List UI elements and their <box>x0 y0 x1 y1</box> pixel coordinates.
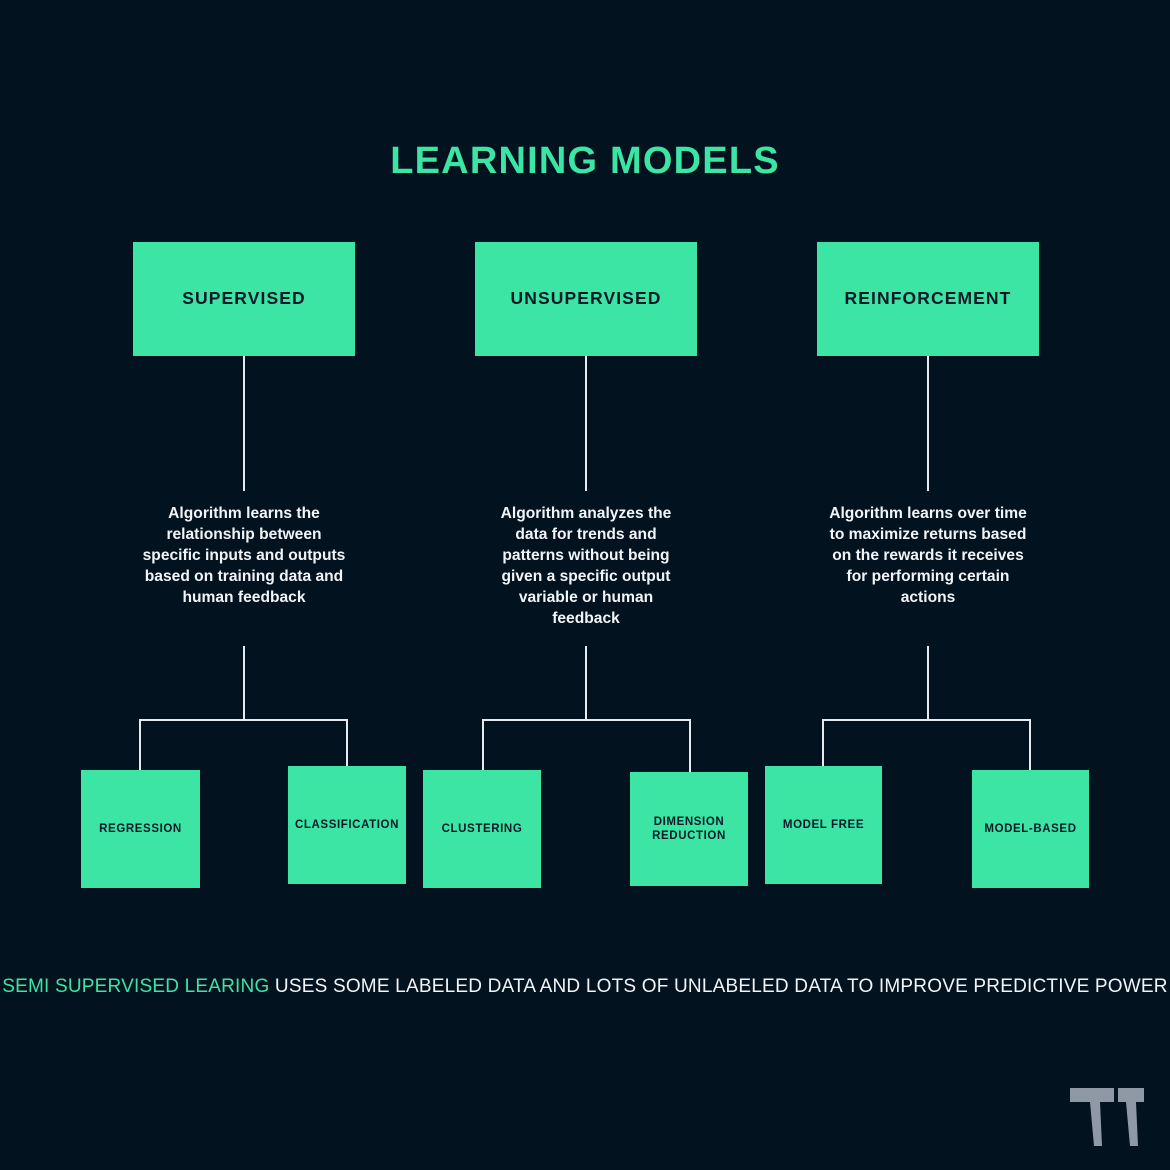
leaf-box-model-free[interactable]: MODEL FREE <box>765 766 882 884</box>
leaf-box-classification[interactable]: CLASSIFICATION <box>288 766 406 884</box>
leaf-box-classification-label: CLASSIFICATION <box>294 818 400 831</box>
top-box-unsupervised-label: UNSUPERVISED <box>510 288 662 309</box>
top-box-supervised-label: SUPERVISED <box>182 288 306 309</box>
connector-supervised-drop-right <box>346 719 348 766</box>
top-box-supervised[interactable]: SUPERVISED <box>133 242 355 356</box>
connector-supervised-stem-top <box>243 356 245 491</box>
leaf-box-regression-label: REGRESSION <box>99 822 182 835</box>
connector-supervised-stem-bottom <box>243 646 245 720</box>
connector-reinforcement-drop-right <box>1029 719 1031 771</box>
description-supervised: Algorithm learns the relationship betwee… <box>142 505 346 607</box>
description-unsupervised: Algorithm analyzes the data for trends a… <box>500 505 672 628</box>
leaf-box-model-free-label: MODEL FREE <box>782 818 865 831</box>
connector-reinforcement-stem-bottom <box>927 646 929 720</box>
leaf-box-model-based-label: MODEL-BASED <box>984 822 1077 835</box>
leaf-box-regression[interactable]: REGRESSION <box>81 770 200 888</box>
connector-unsupervised-bracket <box>482 719 691 721</box>
connector-unsupervised-drop-left <box>482 719 484 771</box>
leaf-box-dimension-reduction[interactable]: DIMENSION REDUCTION <box>630 772 748 886</box>
connector-unsupervised-drop-right <box>689 719 691 772</box>
connector-reinforcement-stem-top <box>927 356 929 491</box>
top-box-unsupervised[interactable]: UNSUPERVISED <box>475 242 697 356</box>
tt-logo <box>1068 1086 1146 1148</box>
footer-rest-text: USES SOME LABELED DATA AND LOTS OF UNLAB… <box>269 976 1168 997</box>
top-box-reinforcement[interactable]: REINFORCEMENT <box>817 242 1039 356</box>
leaf-box-clustering[interactable]: CLUSTERING <box>423 770 541 888</box>
connector-unsupervised-stem-top <box>585 356 587 491</box>
connector-reinforcement-drop-left <box>822 719 824 767</box>
diagram-canvas: LEARNING MODELS SUPERVISED Algorithm lea… <box>0 0 1170 1170</box>
connector-reinforcement-bracket <box>822 719 1031 721</box>
footer-accent-text: SEMI SUPERVISED LEARING <box>2 976 270 997</box>
connector-supervised-drop-left <box>139 719 141 771</box>
connector-supervised-bracket <box>139 719 348 721</box>
connector-unsupervised-stem-bottom <box>585 646 587 720</box>
footer-note: SEMI SUPERVISED LEARING USES SOME LABELE… <box>0 976 1170 998</box>
top-box-reinforcement-label: REINFORCEMENT <box>844 288 1012 309</box>
leaf-box-dimension-reduction-label: DIMENSION REDUCTION <box>652 815 726 842</box>
description-reinforcement: Algorithm learns over time to maximize r… <box>829 505 1027 607</box>
leaf-box-model-based[interactable]: MODEL-BASED <box>972 770 1089 888</box>
page-title: LEARNING MODELS <box>390 140 780 182</box>
leaf-box-clustering-label: CLUSTERING <box>441 822 523 835</box>
